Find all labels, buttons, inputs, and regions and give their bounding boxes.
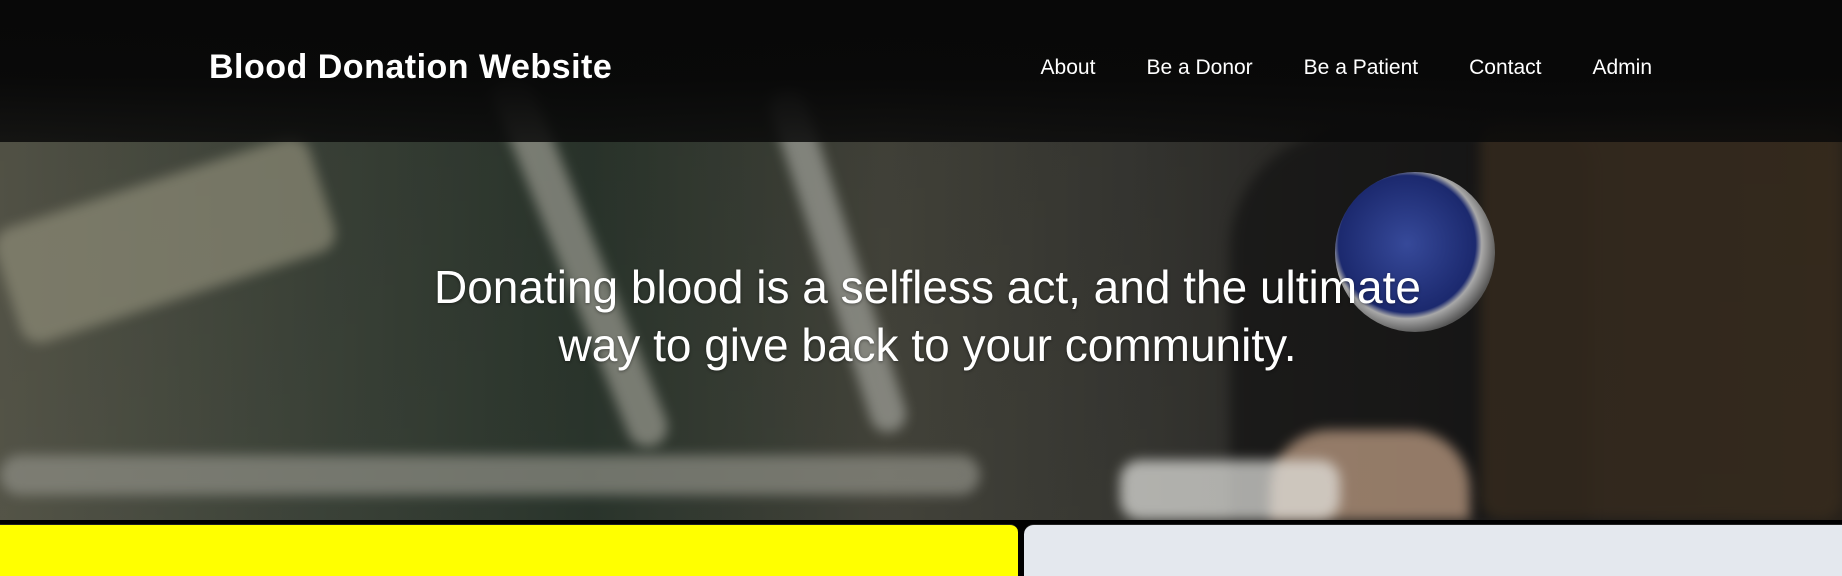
yellow-content-panel <box>0 524 1018 576</box>
top-navigation-bar: Blood Donation Website About Be a Donor … <box>0 0 1842 142</box>
hero-background-shape <box>1480 120 1842 520</box>
gray-content-panel <box>1024 524 1842 576</box>
nav-link-about[interactable]: About <box>1041 56 1096 80</box>
site-title: Blood Donation Website <box>209 48 613 86</box>
nav-link-contact[interactable]: Contact <box>1469 56 1541 80</box>
hero-background-shape <box>0 131 341 349</box>
nav-link-be-a-patient[interactable]: Be a Patient <box>1304 56 1418 80</box>
main-nav: About Be a Donor Be a Patient Contact Ad… <box>1041 56 1652 80</box>
nav-link-admin[interactable]: Admin <box>1592 56 1652 80</box>
hero-headline: Donating blood is a selfless act, and th… <box>433 261 1422 371</box>
hero-background-shape <box>0 455 980 495</box>
nav-link-be-a-donor[interactable]: Be a Donor <box>1146 56 1252 80</box>
hero-background-shape <box>1120 460 1340 520</box>
